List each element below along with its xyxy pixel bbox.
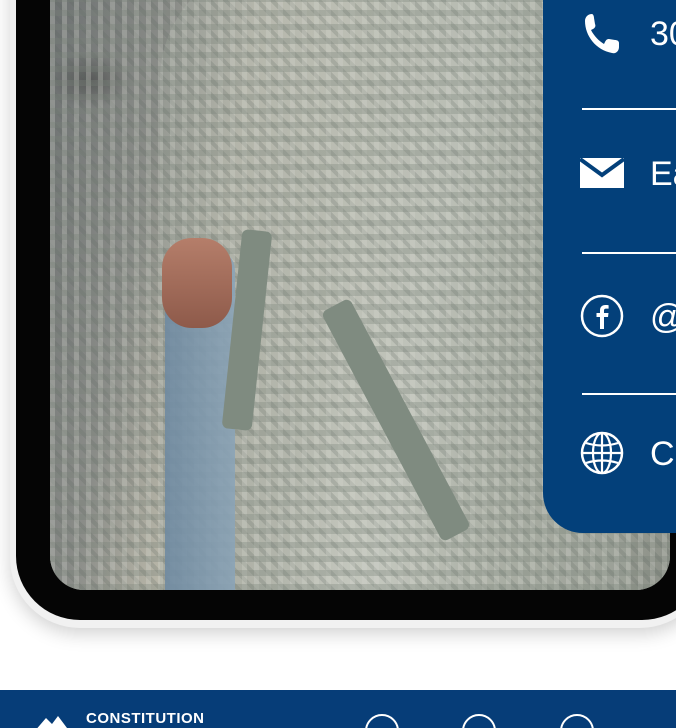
child-hand xyxy=(162,238,232,328)
footer: CONSTITUTION xyxy=(0,690,676,728)
globe-icon xyxy=(579,430,625,476)
facebook-icon xyxy=(579,293,625,339)
email-text: Ea xyxy=(650,155,676,193)
footer-social-icon[interactable] xyxy=(365,714,399,728)
divider xyxy=(582,252,676,254)
footer-social-icon[interactable] xyxy=(560,714,594,728)
contact-website[interactable]: C xyxy=(543,420,676,480)
facebook-text: @ xyxy=(650,297,676,337)
mail-icon xyxy=(579,150,625,196)
phone-text: 30 xyxy=(650,15,676,53)
phone-icon xyxy=(579,10,625,56)
divider xyxy=(582,393,676,395)
divider xyxy=(582,108,676,110)
contact-card: 30 Ea @ xyxy=(543,0,676,533)
footer-social-icon[interactable] xyxy=(462,714,496,728)
website-text: C xyxy=(650,435,675,473)
logo-icon xyxy=(28,712,76,728)
page: 30 Ea @ xyxy=(0,0,676,728)
footer-brand: CONSTITUTION xyxy=(86,710,205,727)
contact-email[interactable]: Ea xyxy=(543,140,676,200)
contact-facebook[interactable]: @ xyxy=(543,283,676,343)
contact-phone[interactable]: 30 xyxy=(543,0,676,60)
